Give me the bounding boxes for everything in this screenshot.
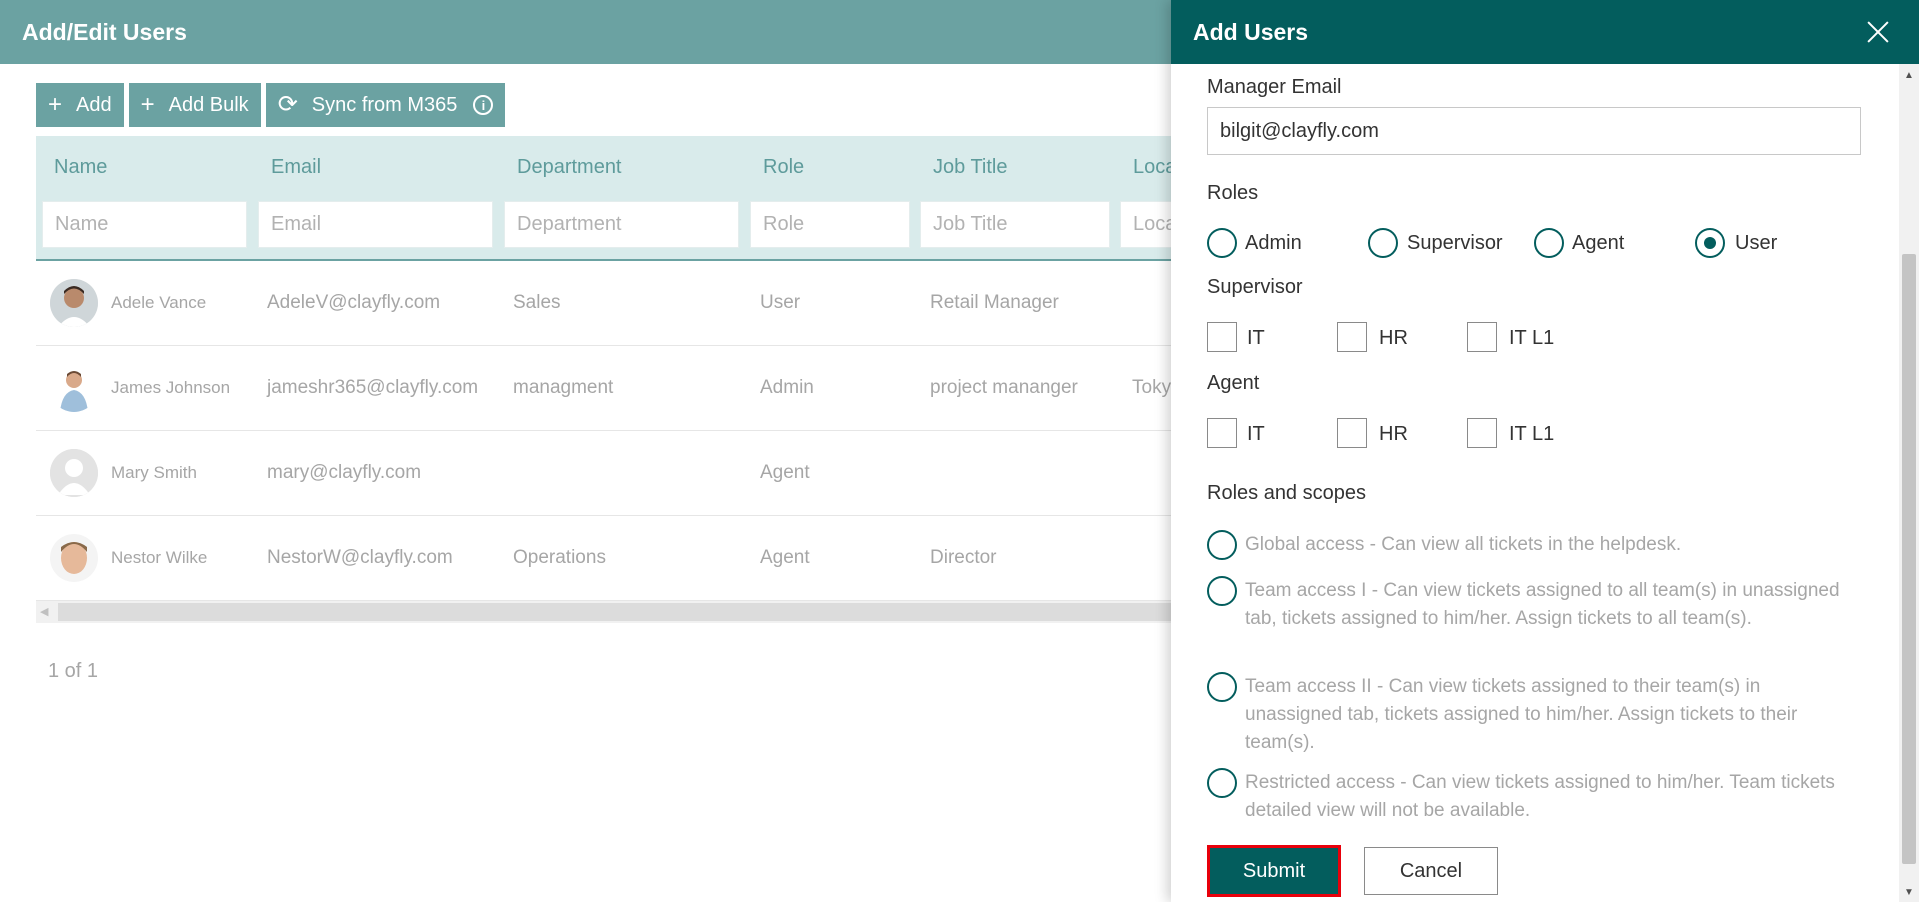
supervisor-option-it-l1: IT L1	[1509, 327, 1555, 349]
role-radio-user[interactable]	[1695, 228, 1725, 258]
scope-label-team-1: Team access I - Can view tickets assigne…	[1245, 580, 1840, 629]
agent-option-it-l1: IT L1	[1509, 423, 1555, 445]
supervisor-checkbox-it-l1[interactable]	[1467, 322, 1497, 352]
agent-option-it: IT	[1247, 423, 1265, 445]
cancel-button[interactable]: Cancel	[1364, 847, 1498, 895]
scope-label-team-2: Team access II - Can view tickets assign…	[1245, 676, 1798, 753]
scroll-up-icon[interactable]: ▲	[1904, 70, 1914, 81]
manager-email-input[interactable]: bilgit@clayfly.com	[1207, 107, 1861, 155]
role-label-agent: Agent	[1572, 232, 1625, 254]
scope-label-global: Global access - Can view all tickets in …	[1245, 534, 1682, 555]
scopes-label: Roles and scopes	[1207, 482, 1366, 504]
panel-header: Add Users	[1171, 0, 1919, 64]
supervisor-label: Supervisor	[1207, 276, 1303, 298]
scope-radio-team-2[interactable]	[1207, 672, 1237, 702]
agent-checkbox-it-l1[interactable]	[1467, 418, 1497, 448]
close-icon[interactable]	[1865, 18, 1891, 44]
app-root: Add/Edit Users + Add + Add Bulk ⟳ Sync f…	[0, 0, 1919, 902]
agent-checkbox-hr[interactable]	[1337, 418, 1367, 448]
supervisor-checkbox-it[interactable]	[1207, 322, 1237, 352]
role-label-user: User	[1735, 232, 1778, 254]
vertical-scrollbar[interactable]: ▲ ▼	[1899, 64, 1919, 902]
role-radio-agent[interactable]	[1534, 228, 1564, 258]
panel-title: Add Users	[1193, 19, 1309, 45]
supervisor-checkbox-hr[interactable]	[1337, 322, 1367, 352]
role-label-admin: Admin	[1245, 232, 1302, 254]
supervisor-option-it: IT	[1247, 327, 1265, 349]
add-users-panel: Add Users Manager Email bilgit@clayfly.c…	[1171, 0, 1919, 902]
agent-label: Agent	[1207, 372, 1260, 394]
agent-option-hr: HR	[1379, 423, 1408, 445]
role-radio-admin[interactable]	[1207, 228, 1237, 258]
scope-radio-global[interactable]	[1207, 530, 1237, 560]
supervisor-option-hr: HR	[1379, 327, 1408, 349]
submit-button[interactable]: Submit	[1207, 845, 1341, 897]
scroll-down-icon[interactable]: ▼	[1904, 887, 1914, 898]
role-radio-supervisor[interactable]	[1368, 228, 1398, 258]
agent-checkbox-it[interactable]	[1207, 418, 1237, 448]
manager-email-label: Manager Email	[1207, 76, 1342, 98]
roles-label: Roles	[1207, 182, 1259, 204]
role-label-supervisor: Supervisor	[1407, 232, 1503, 254]
scope-radio-restricted[interactable]	[1207, 768, 1237, 798]
overlay	[0, 0, 1171, 902]
scrollbar-thumb[interactable]	[1902, 254, 1916, 864]
scope-label-restricted: Restricted access - Can view tickets ass…	[1245, 772, 1835, 821]
scope-radio-team-1[interactable]	[1207, 576, 1237, 606]
